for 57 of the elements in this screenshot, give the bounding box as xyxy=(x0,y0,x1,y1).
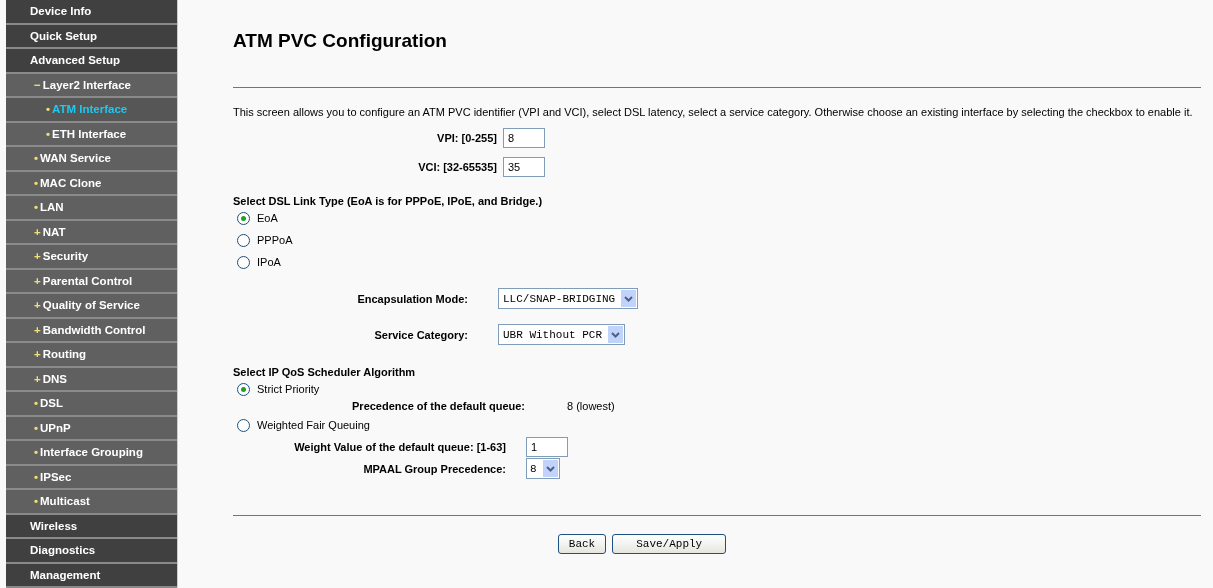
sidebar-item[interactable]: • Interface Grouping xyxy=(6,441,177,466)
dropdown[interactable]: UBR Without PCR xyxy=(498,324,626,345)
sidebar-item[interactable]: Advanced Setup xyxy=(6,49,177,74)
chevron-down-icon xyxy=(624,295,634,302)
sidebar-item[interactable]: − Layer2 Interface xyxy=(6,73,177,98)
sidebar-item[interactable]: • WAN Service xyxy=(6,147,177,172)
radio-button[interactable] xyxy=(237,233,250,247)
sidebar-item[interactable]: + NAT xyxy=(6,220,177,245)
option-label: PPPoA xyxy=(257,234,293,246)
radio-button[interactable] xyxy=(237,418,250,432)
sidebar-item[interactable]: + DNS xyxy=(6,367,177,392)
sidebar-item[interactable]: Wireless xyxy=(6,514,177,539)
input-field[interactable]: 8 xyxy=(503,128,545,148)
field-label: Weight Value of the default queue: [1-63] xyxy=(293,441,506,453)
field-value: 8 (lowest) xyxy=(567,400,615,414)
sidebar-item[interactable]: + Quality of Service xyxy=(6,294,177,319)
option-label: EoA xyxy=(257,212,278,224)
sidebar-item[interactable]: • ATM Interface xyxy=(6,98,177,123)
sidebar-item[interactable]: Diagnostics xyxy=(6,539,177,564)
action-button[interactable]: Save/Apply xyxy=(612,534,727,554)
radio-button[interactable] xyxy=(237,255,250,269)
field-label: Precedence of the default queue: xyxy=(351,400,525,414)
option-label: Weighted Fair Queuing xyxy=(257,419,370,431)
sidebar-item[interactable]: Management xyxy=(6,563,177,588)
sidebar-item[interactable]: + Bandwidth Control xyxy=(6,318,177,343)
field-label: Service Category: xyxy=(373,328,468,341)
chevron-down-icon xyxy=(611,331,621,338)
sidebar-item[interactable]: • LAN xyxy=(6,196,177,221)
field-label: Encapsulation Mode: xyxy=(356,292,468,305)
sidebar-item[interactable]: Device Info xyxy=(6,0,177,25)
sidebar-item[interactable]: + Routing xyxy=(6,343,177,368)
sidebar-item[interactable]: + Parental Control xyxy=(6,269,177,294)
field-label: VPI: [0-255] xyxy=(436,132,497,144)
dropdown[interactable]: LLC/SNAP-BRIDGING xyxy=(498,288,639,309)
radio-button[interactable] xyxy=(237,211,250,225)
description: This screen allows you to configure an ATM PVC identifier (VPI and VCI), select DSL latency, select a service category. Otherwise choose an existing interface by selecting the checkbox to enable it. xyxy=(233,105,1194,119)
sidebar-item[interactable]: • UPnP xyxy=(6,416,177,441)
option-label: IPoA xyxy=(257,256,281,268)
sidebar-item[interactable]: • DSL xyxy=(6,392,177,417)
option-label: Strict Priority xyxy=(257,383,320,395)
sidebar-item[interactable]: + Security xyxy=(6,245,177,270)
sidebar-item[interactable]: • IPSec xyxy=(6,465,177,490)
input-field[interactable]: 35 xyxy=(503,157,545,177)
page-title: ATM PVC Configuration xyxy=(233,30,448,52)
action-button[interactable]: Back xyxy=(557,534,607,554)
section-heading: Select DSL Link Type (EoA is for PPPoE, IPoE, and Bridge.) xyxy=(233,195,544,207)
section-heading: Select IP QoS Scheduler Algorithm xyxy=(233,366,417,378)
sidebar-item[interactable]: Quick Setup xyxy=(6,24,177,49)
input-field[interactable]: 1 xyxy=(526,437,568,457)
sidebar-item[interactable]: • Multicast xyxy=(6,490,177,515)
field-label: MPAAL Group Precedence: xyxy=(362,462,506,475)
radio-button[interactable] xyxy=(237,382,250,396)
dropdown[interactable]: 8 xyxy=(526,458,560,479)
sidebar-item[interactable]: • MAC Clone xyxy=(6,171,177,196)
field-label: VCI: [32-65535] xyxy=(417,161,497,173)
sidebar-item[interactable]: • ETH Interface xyxy=(6,122,177,147)
chevron-down-icon xyxy=(545,465,555,472)
